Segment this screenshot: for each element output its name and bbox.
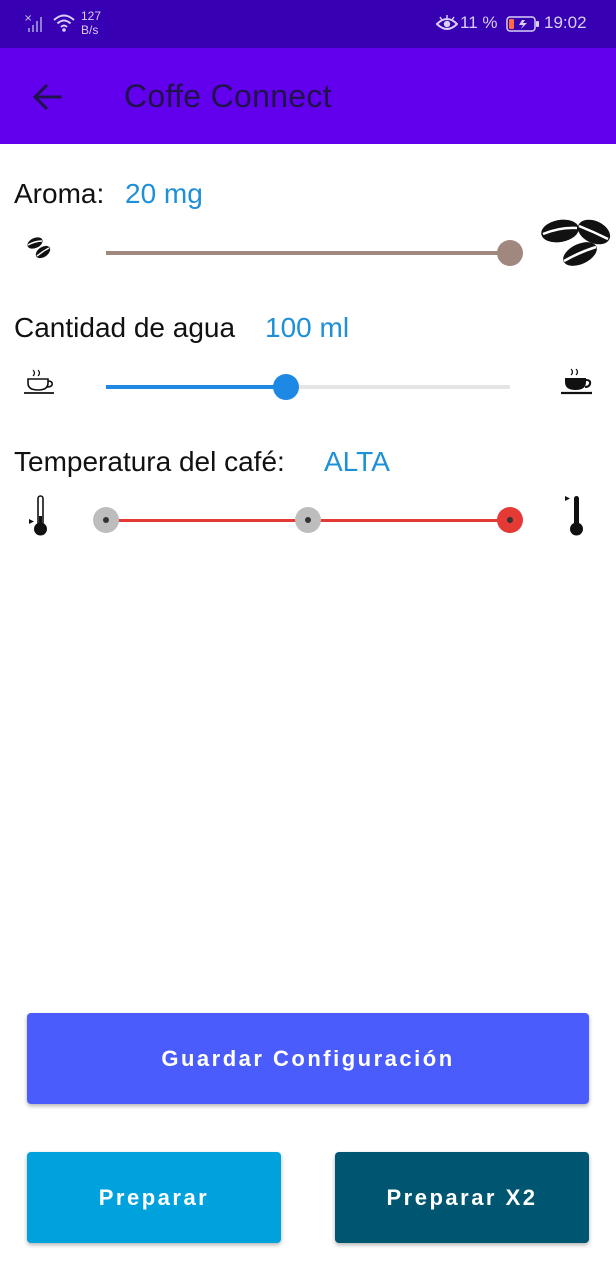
- back-button[interactable]: [30, 82, 66, 112]
- status-bar: × 127 B/s 11 % 19:02: [0, 0, 616, 48]
- temperature-label: Temperatura del café:: [14, 446, 285, 477]
- temperature-value: ALTA: [324, 446, 390, 477]
- temperature-step-marker: [103, 517, 109, 523]
- arrow-left-icon: [32, 83, 62, 111]
- clock: 19:02: [544, 13, 587, 32]
- app-bar: Coffe Connect: [0, 48, 616, 144]
- aroma-value: 20 mg: [125, 178, 203, 209]
- water-value: 100 ml: [265, 312, 350, 343]
- network-speed-unit: B/s: [81, 23, 99, 37]
- coffee-cup-filled-icon: [561, 368, 592, 395]
- thermometer-high-icon: [565, 496, 583, 536]
- temperature-step-medium[interactable]: [295, 507, 321, 533]
- aroma-slider-fill: [106, 251, 510, 255]
- coffee-beans-large-icon: [541, 219, 611, 266]
- aroma-slider[interactable]: [106, 233, 523, 273]
- network-speed-value: 127: [81, 9, 102, 23]
- network-speed: 127 B/s: [81, 9, 101, 37]
- water-slider[interactable]: [106, 367, 510, 407]
- water-label: Cantidad de agua: [14, 312, 236, 343]
- temperature-step-high[interactable]: [497, 507, 523, 533]
- aroma-label: Aroma:: [14, 178, 105, 209]
- svg-text:×: ×: [24, 13, 32, 24]
- prepare-button[interactable]: Preparar: [27, 1152, 281, 1243]
- battery-icon: [506, 16, 539, 32]
- save-configuration-button[interactable]: Guardar Configuración: [27, 1013, 589, 1104]
- thermometer-low-icon: [29, 495, 47, 536]
- eye-icon: [436, 15, 458, 30]
- temperature-step-low[interactable]: [93, 507, 119, 533]
- temperature-step-marker: [305, 517, 311, 523]
- water-slider-fill: [106, 385, 286, 389]
- aroma-slider-thumb[interactable]: [497, 240, 523, 266]
- wifi-icon: [53, 14, 75, 32]
- coffee-beans-small-icon: [27, 237, 51, 259]
- battery-percent: 11 %: [460, 13, 498, 32]
- prepare-x2-button[interactable]: Preparar X2: [335, 1152, 589, 1243]
- signal-icon: ×: [24, 13, 42, 32]
- water-slider-thumb[interactable]: [273, 374, 299, 400]
- app-title: Coffe Connect: [124, 78, 332, 114]
- temperature-step-marker: [507, 517, 513, 523]
- coffee-cup-outline-icon: [24, 369, 54, 394]
- temperature-slider[interactable]: [93, 505, 523, 535]
